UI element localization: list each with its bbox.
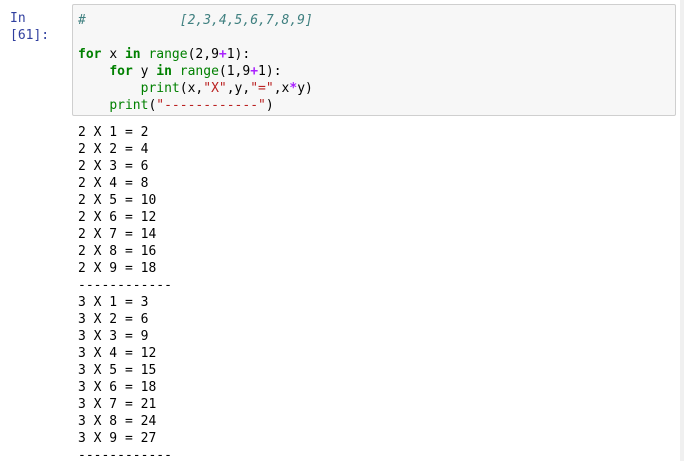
keyword-in: in xyxy=(156,64,172,79)
keyword-in: in xyxy=(124,47,141,62)
operator-mul: * xyxy=(289,81,298,96)
output-line: 3 X 3 = 9 xyxy=(78,329,149,344)
output-line: 2 X 2 = 4 xyxy=(78,142,149,157)
builtin-print: print xyxy=(140,81,180,96)
args: ,x xyxy=(273,81,290,96)
var-y: y xyxy=(140,64,149,79)
comment-text: [2,3,4,5,6,7,8,9] xyxy=(179,13,313,28)
code-line-3: for x in range(2,9+1): xyxy=(78,46,313,63)
output-line: 3 X 8 = 24 xyxy=(78,414,157,429)
code-cell-editor[interactable]: # [2,3,4,5,6,7,8,9] for x in range(2,9+1… xyxy=(72,4,676,116)
builtin-range: range xyxy=(179,64,219,79)
args-end: 1): xyxy=(226,47,251,62)
string-eq: "=" xyxy=(250,81,274,96)
code-line-1: # [2,3,4,5,6,7,8,9] xyxy=(78,12,313,29)
output-line: 2 X 5 = 10 xyxy=(78,193,157,208)
output-line: 3 X 6 = 18 xyxy=(78,380,157,395)
output-line: 2 X 7 = 14 xyxy=(78,227,157,242)
output-line: 2 X 4 = 8 xyxy=(78,176,149,191)
operator-plus: + xyxy=(250,64,259,79)
output-line: 2 X 9 = 18 xyxy=(78,261,157,276)
scrollbar[interactable] xyxy=(680,0,684,461)
keyword-for: for xyxy=(109,64,133,79)
output-line: 3 X 7 = 21 xyxy=(78,397,157,412)
output-line: 3 X 2 = 6 xyxy=(78,312,149,327)
code-line-6: print("------------") xyxy=(78,97,313,114)
keyword-for: for xyxy=(78,47,102,62)
args: (2,9 xyxy=(187,47,219,62)
args: (x, xyxy=(179,81,204,96)
cell-prompt: In [61]: xyxy=(10,11,50,43)
comment-hash: # xyxy=(78,13,86,28)
output-line: ------------ xyxy=(78,278,172,293)
output-line: 2 X 1 = 2 xyxy=(78,125,149,140)
code-lines: # [2,3,4,5,6,7,8,9] for x in range(2,9+1… xyxy=(78,12,313,114)
builtin-print: print xyxy=(109,98,149,113)
args-end: y) xyxy=(297,81,313,96)
output-line: 3 X 9 = 27 xyxy=(78,431,157,446)
args-end: ) xyxy=(265,98,274,113)
code-line-5: print(x,"X",y,"=",x*y) xyxy=(78,80,313,97)
args: ,y, xyxy=(226,81,251,96)
code-line-4: for y in range(1,9+1): xyxy=(78,63,313,80)
operator-plus: + xyxy=(218,47,227,62)
output-line: ------------ xyxy=(78,448,172,463)
output-line: 3 X 4 = 12 xyxy=(78,346,157,361)
cell-output: 2 X 1 = 2 2 X 2 = 4 2 X 3 = 6 2 X 4 = 8 2 X … xyxy=(78,124,172,464)
builtin-range: range xyxy=(148,47,188,62)
string-x: "X" xyxy=(203,81,227,96)
output-line: 2 X 6 = 12 xyxy=(78,210,157,225)
output-line: 3 X 1 = 3 xyxy=(78,295,149,310)
output-line: 2 X 8 = 16 xyxy=(78,244,157,259)
string-dashes: "------------" xyxy=(156,98,266,113)
output-line: 3 X 5 = 15 xyxy=(78,363,157,378)
var-x: x xyxy=(109,47,118,62)
args-end: 1): xyxy=(258,64,282,79)
args: (1,9 xyxy=(218,64,251,79)
output-line: 2 X 3 = 6 xyxy=(78,159,149,174)
